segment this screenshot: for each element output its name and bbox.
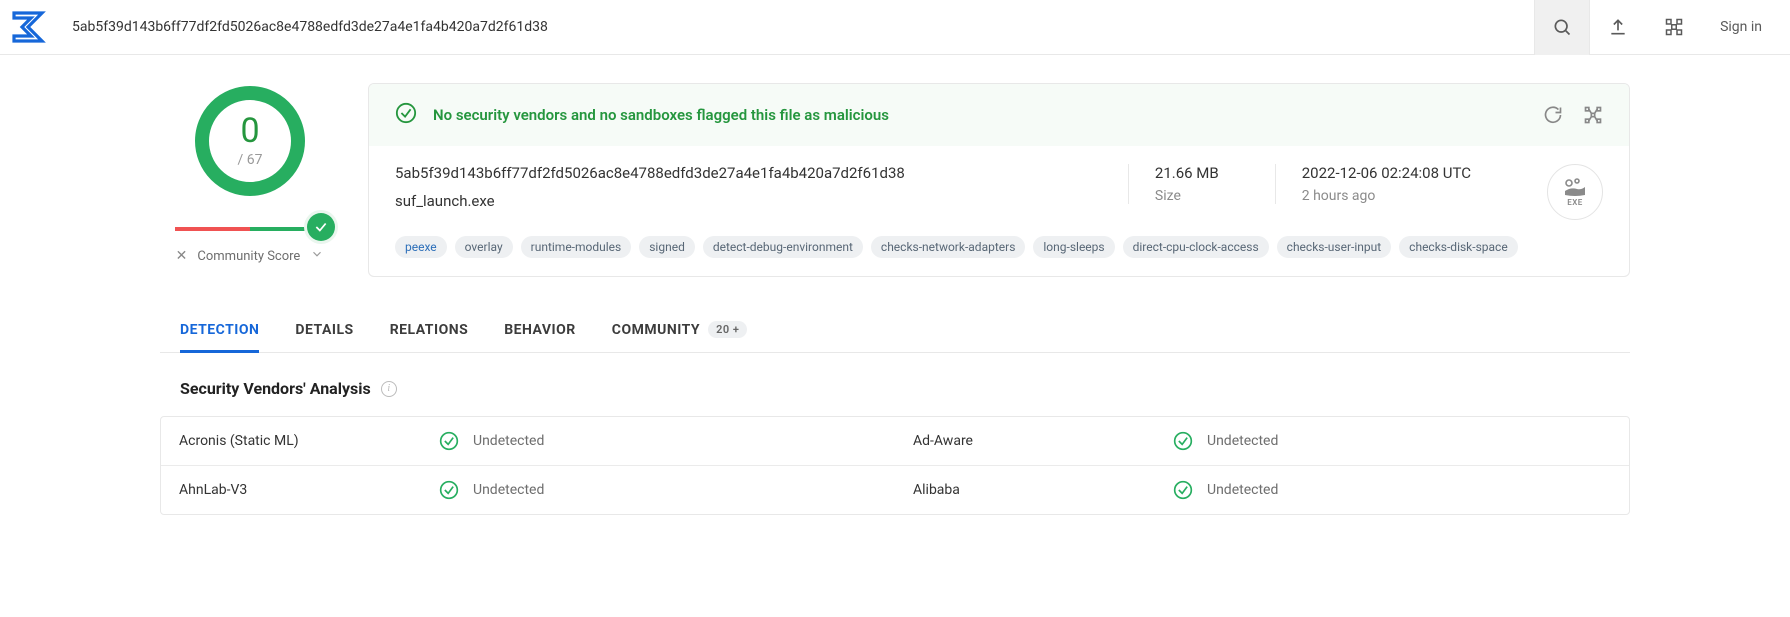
file-type-icon: EXE: [1547, 164, 1603, 220]
vendor-name: AhnLab-V3: [161, 466, 421, 514]
tab-label: RELATIONS: [390, 322, 469, 338]
community-score-row: ✕ Community Score: [176, 247, 325, 265]
main-content: 0 / 67 ✕ Community Score: [160, 55, 1630, 515]
section-heading: Security Vendors' Analysis i: [160, 353, 1630, 416]
tab-behavior[interactable]: BEHAVIOR: [504, 309, 576, 353]
tag-signed[interactable]: signed: [639, 236, 695, 258]
sign-in-button[interactable]: Sign in: [1702, 0, 1780, 55]
file-size-label: Size: [1155, 188, 1219, 204]
search-button[interactable]: [1534, 0, 1590, 55]
community-score-label: Community Score: [197, 249, 300, 264]
file-size-value: 21.66 MB: [1155, 164, 1219, 182]
date-block: 2022-12-06 02:24:08 UTC 2 hours ago: [1275, 164, 1497, 204]
vendor-row: Acronis (Static ML)UndetectedAd-AwareUnd…: [161, 417, 1629, 466]
check-circle-icon: [395, 102, 417, 128]
score-donut: 0 / 67: [192, 83, 308, 199]
header-hash: 5ab5f39d143b6ff77df2fd5026ac8e4788edfd3d…: [72, 19, 1534, 35]
analysis-date: 2022-12-06 02:24:08 UTC: [1302, 164, 1471, 182]
tab-label: BEHAVIOR: [504, 322, 576, 338]
vendor-status: Undetected: [421, 466, 895, 514]
vendor-status: Undetected: [1155, 417, 1629, 465]
score-total-count: / 67: [238, 152, 263, 168]
expand-icon[interactable]: [310, 247, 324, 265]
banner-actions: [1543, 105, 1603, 125]
tag-detect-debug-environment[interactable]: detect-debug-environment: [703, 236, 863, 258]
vendor-status: Undetected: [1155, 466, 1629, 514]
vendor-name: Ad-Aware: [895, 417, 1155, 465]
file-hash: 5ab5f39d143b6ff77df2fd5026ac8e4788edfd3d…: [395, 164, 1098, 182]
tab-badge: 20 +: [708, 321, 747, 338]
score-column: 0 / 67 ✕ Community Score: [160, 83, 340, 277]
graph-icon[interactable]: [1583, 105, 1603, 125]
tag-checks-user-input[interactable]: checks-user-input: [1277, 236, 1392, 258]
status-banner: No security vendors and no sandboxes fla…: [369, 84, 1629, 146]
site-logo[interactable]: [8, 7, 48, 47]
file-name: suf_launch.exe: [395, 192, 1098, 210]
tab-label: DETECTION: [180, 322, 259, 338]
tags-row: peexe overlay runtime-modules signed detect-…: [369, 228, 1629, 276]
upload-button[interactable]: [1590, 0, 1646, 55]
community-bar: [175, 227, 325, 231]
tag-checks-disk-space[interactable]: checks-disk-space: [1399, 236, 1518, 258]
tabs-nav: DETECTION DETAILS RELATIONS BEHAVIOR COMMUNI…: [160, 309, 1630, 353]
apps-button[interactable]: [1646, 0, 1702, 55]
tab-relations[interactable]: RELATIONS: [390, 309, 469, 353]
tag-checks-network-adapters[interactable]: checks-network-adapters: [871, 236, 1025, 258]
tag-direct-cpu-clock-access[interactable]: direct-cpu-clock-access: [1123, 236, 1269, 258]
community-check-icon: [307, 213, 335, 241]
reanalyze-icon[interactable]: [1543, 105, 1563, 125]
vendor-status: Undetected: [421, 417, 895, 465]
summary-row: 0 / 67 ✕ Community Score: [160, 83, 1630, 277]
tag-overlay[interactable]: overlay: [455, 236, 513, 258]
tag-peexe[interactable]: peexe: [395, 236, 447, 258]
vendor-name: Alibaba: [895, 466, 1155, 514]
close-icon[interactable]: ✕: [176, 248, 188, 264]
file-info-row: 5ab5f39d143b6ff77df2fd5026ac8e4788edfd3d…: [369, 146, 1629, 228]
tab-label: DETAILS: [295, 322, 353, 338]
tag-long-sleeps[interactable]: long-sleeps: [1033, 236, 1114, 258]
top-bar: 5ab5f39d143b6ff77df2fd5026ac8e4788edfd3d…: [0, 0, 1790, 55]
file-type-label: EXE: [1567, 198, 1583, 207]
info-icon[interactable]: i: [381, 381, 397, 397]
status-message: No security vendors and no sandboxes fla…: [433, 106, 889, 124]
topbar-actions: Sign in: [1534, 0, 1780, 55]
analysis-age: 2 hours ago: [1302, 188, 1471, 204]
vendor-row: AhnLab-V3UndetectedAlibabaUndetected: [161, 466, 1629, 514]
details-card: No security vendors and no sandboxes fla…: [368, 83, 1630, 277]
tab-community[interactable]: COMMUNITY 20 +: [612, 309, 748, 353]
vendor-table: Acronis (Static ML)UndetectedAd-AwareUnd…: [160, 416, 1630, 515]
section-heading-text: Security Vendors' Analysis: [180, 379, 371, 398]
tab-label: COMMUNITY: [612, 322, 700, 338]
vendor-name: Acronis (Static ML): [161, 417, 421, 465]
score-malicious-count: 0: [240, 114, 259, 148]
tab-detection[interactable]: DETECTION: [180, 309, 259, 353]
tab-details[interactable]: DETAILS: [295, 309, 353, 353]
tag-runtime-modules[interactable]: runtime-modules: [521, 236, 632, 258]
size-block: 21.66 MB Size: [1128, 164, 1245, 204]
